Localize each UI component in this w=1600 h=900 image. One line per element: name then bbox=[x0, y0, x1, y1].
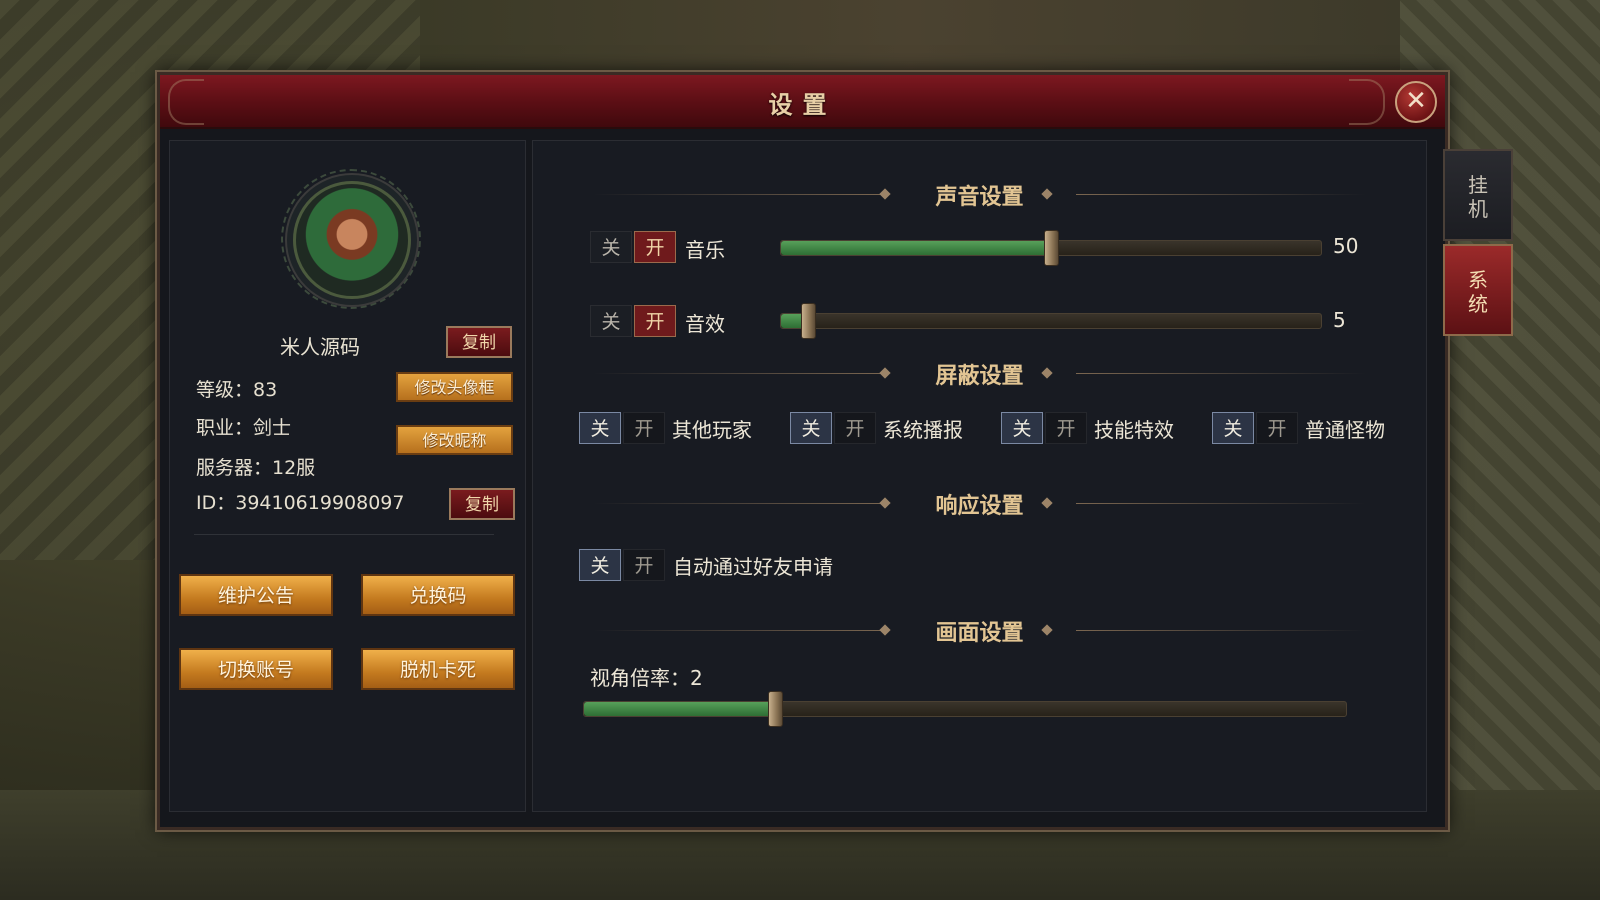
display-section-header: 画面设置 bbox=[533, 615, 1426, 646]
job-text: 职业：剑士 bbox=[196, 417, 292, 439]
sfx-label: 音效 bbox=[685, 312, 725, 336]
sfx-toggle: 关 开 bbox=[590, 305, 678, 337]
dialog-titlebar: 设置 ✕ bbox=[160, 75, 1445, 129]
response-section-header: 响应设置 bbox=[533, 488, 1426, 519]
other-players-on-button[interactable]: 开 bbox=[623, 412, 665, 444]
auto-accept-friend-toggle: 关 开 bbox=[579, 549, 667, 581]
skill-effects-toggle: 关 开 bbox=[1001, 412, 1089, 444]
music-label: 音乐 bbox=[685, 238, 725, 262]
zoom-label: 视角倍率：2 bbox=[590, 666, 703, 690]
music-value: 50 bbox=[1333, 234, 1359, 258]
music-toggle: 关 开 bbox=[590, 231, 678, 263]
skill-effects-on-button[interactable]: 开 bbox=[1045, 412, 1087, 444]
response-section-title: 响应设置 bbox=[935, 494, 1024, 519]
server-text: 服务器：12服 bbox=[196, 457, 316, 479]
normal-monsters-label: 普通怪物 bbox=[1305, 418, 1385, 442]
user-id-text: ID：39410619908097 bbox=[196, 492, 405, 514]
zoom-slider[interactable] bbox=[583, 691, 1347, 727]
profile-panel: 米人源码 复制 等级：83 职业：剑士 服务器：12服 ID：394106199… bbox=[169, 140, 526, 812]
system-broadcast-off-button[interactable]: 关 bbox=[790, 412, 832, 444]
nickname: 米人源码 bbox=[280, 335, 360, 359]
music-slider[interactable] bbox=[780, 230, 1322, 266]
skill-effects-off-button[interactable]: 关 bbox=[1001, 412, 1043, 444]
tab-auto-hunt[interactable]: 挂机 bbox=[1443, 149, 1513, 241]
normal-monsters-toggle: 关 开 bbox=[1212, 412, 1300, 444]
copy-nickname-button[interactable]: 复制 bbox=[446, 326, 512, 358]
zoom-slider-handle[interactable] bbox=[767, 691, 783, 727]
background-scene-top bbox=[420, 0, 1400, 80]
maintenance-notice-button[interactable]: 维护公告 bbox=[179, 574, 333, 616]
header-line-right bbox=[1076, 194, 1366, 195]
music-slider-handle[interactable] bbox=[1044, 230, 1059, 266]
sfx-value: 5 bbox=[1333, 308, 1346, 332]
dialog-title: 设置 bbox=[768, 91, 837, 119]
redeem-code-button[interactable]: 兑换码 bbox=[361, 574, 515, 616]
auto-accept-friend-off-button[interactable]: 关 bbox=[579, 549, 621, 581]
tab-system[interactable]: 系统 bbox=[1443, 244, 1513, 336]
other-players-label: 其他玩家 bbox=[672, 418, 752, 442]
system-broadcast-label: 系统播报 bbox=[883, 418, 963, 442]
settings-dialog: 设置 ✕ 米人源码 复制 等级：83 职业：剑士 服务器：12服 ID：3941… bbox=[157, 72, 1448, 830]
normal-monsters-off-button[interactable]: 关 bbox=[1212, 412, 1254, 444]
system-broadcast-toggle: 关 开 bbox=[790, 412, 878, 444]
unstuck-button[interactable]: 脱机卡死 bbox=[361, 648, 515, 690]
switch-account-button[interactable]: 切换账号 bbox=[179, 648, 333, 690]
header-line-right bbox=[1076, 630, 1366, 631]
sfx-slider-handle[interactable] bbox=[801, 303, 816, 339]
change-avatar-frame-button[interactable]: 修改头像框 bbox=[396, 372, 513, 402]
settings-panel: 声音设置 关 开 音乐 50 关 开 音效 5 屏蔽设置 关 开 其他玩家 关 … bbox=[532, 140, 1427, 812]
profile-divider bbox=[194, 534, 494, 535]
music-slider-fill bbox=[781, 241, 1051, 255]
music-off-button[interactable]: 关 bbox=[590, 231, 632, 263]
header-line-right bbox=[1076, 373, 1366, 374]
other-players-off-button[interactable]: 关 bbox=[579, 412, 621, 444]
shield-section-header: 屏蔽设置 bbox=[533, 358, 1426, 389]
tab-system-label: 系统 bbox=[1468, 268, 1488, 316]
display-section-title: 画面设置 bbox=[935, 621, 1024, 646]
tab-auto-hunt-label: 挂机 bbox=[1468, 173, 1488, 221]
avatar[interactable] bbox=[293, 181, 411, 299]
sfx-on-button[interactable]: 开 bbox=[634, 305, 676, 337]
sfx-slider[interactable] bbox=[780, 303, 1322, 339]
system-broadcast-on-button[interactable]: 开 bbox=[834, 412, 876, 444]
zoom-slider-fill bbox=[584, 702, 775, 716]
music-on-button[interactable]: 开 bbox=[634, 231, 676, 263]
shield-section-title: 屏蔽设置 bbox=[935, 364, 1024, 389]
sfx-off-button[interactable]: 关 bbox=[590, 305, 632, 337]
close-button[interactable]: ✕ bbox=[1395, 81, 1437, 123]
copy-id-button[interactable]: 复制 bbox=[449, 488, 515, 520]
other-players-toggle: 关 开 bbox=[579, 412, 667, 444]
auto-accept-friend-label: 自动通过好友申请 bbox=[673, 555, 833, 579]
sound-section-header: 声音设置 bbox=[533, 179, 1426, 210]
skill-effects-label: 技能特效 bbox=[1094, 418, 1174, 442]
change-nickname-button[interactable]: 修改昵称 bbox=[396, 425, 513, 455]
normal-monsters-on-button[interactable]: 开 bbox=[1256, 412, 1298, 444]
header-line-right bbox=[1076, 503, 1366, 504]
level-text: 等级：83 bbox=[196, 379, 278, 401]
auto-accept-friend-on-button[interactable]: 开 bbox=[623, 549, 665, 581]
sound-section-title: 声音设置 bbox=[935, 185, 1024, 210]
